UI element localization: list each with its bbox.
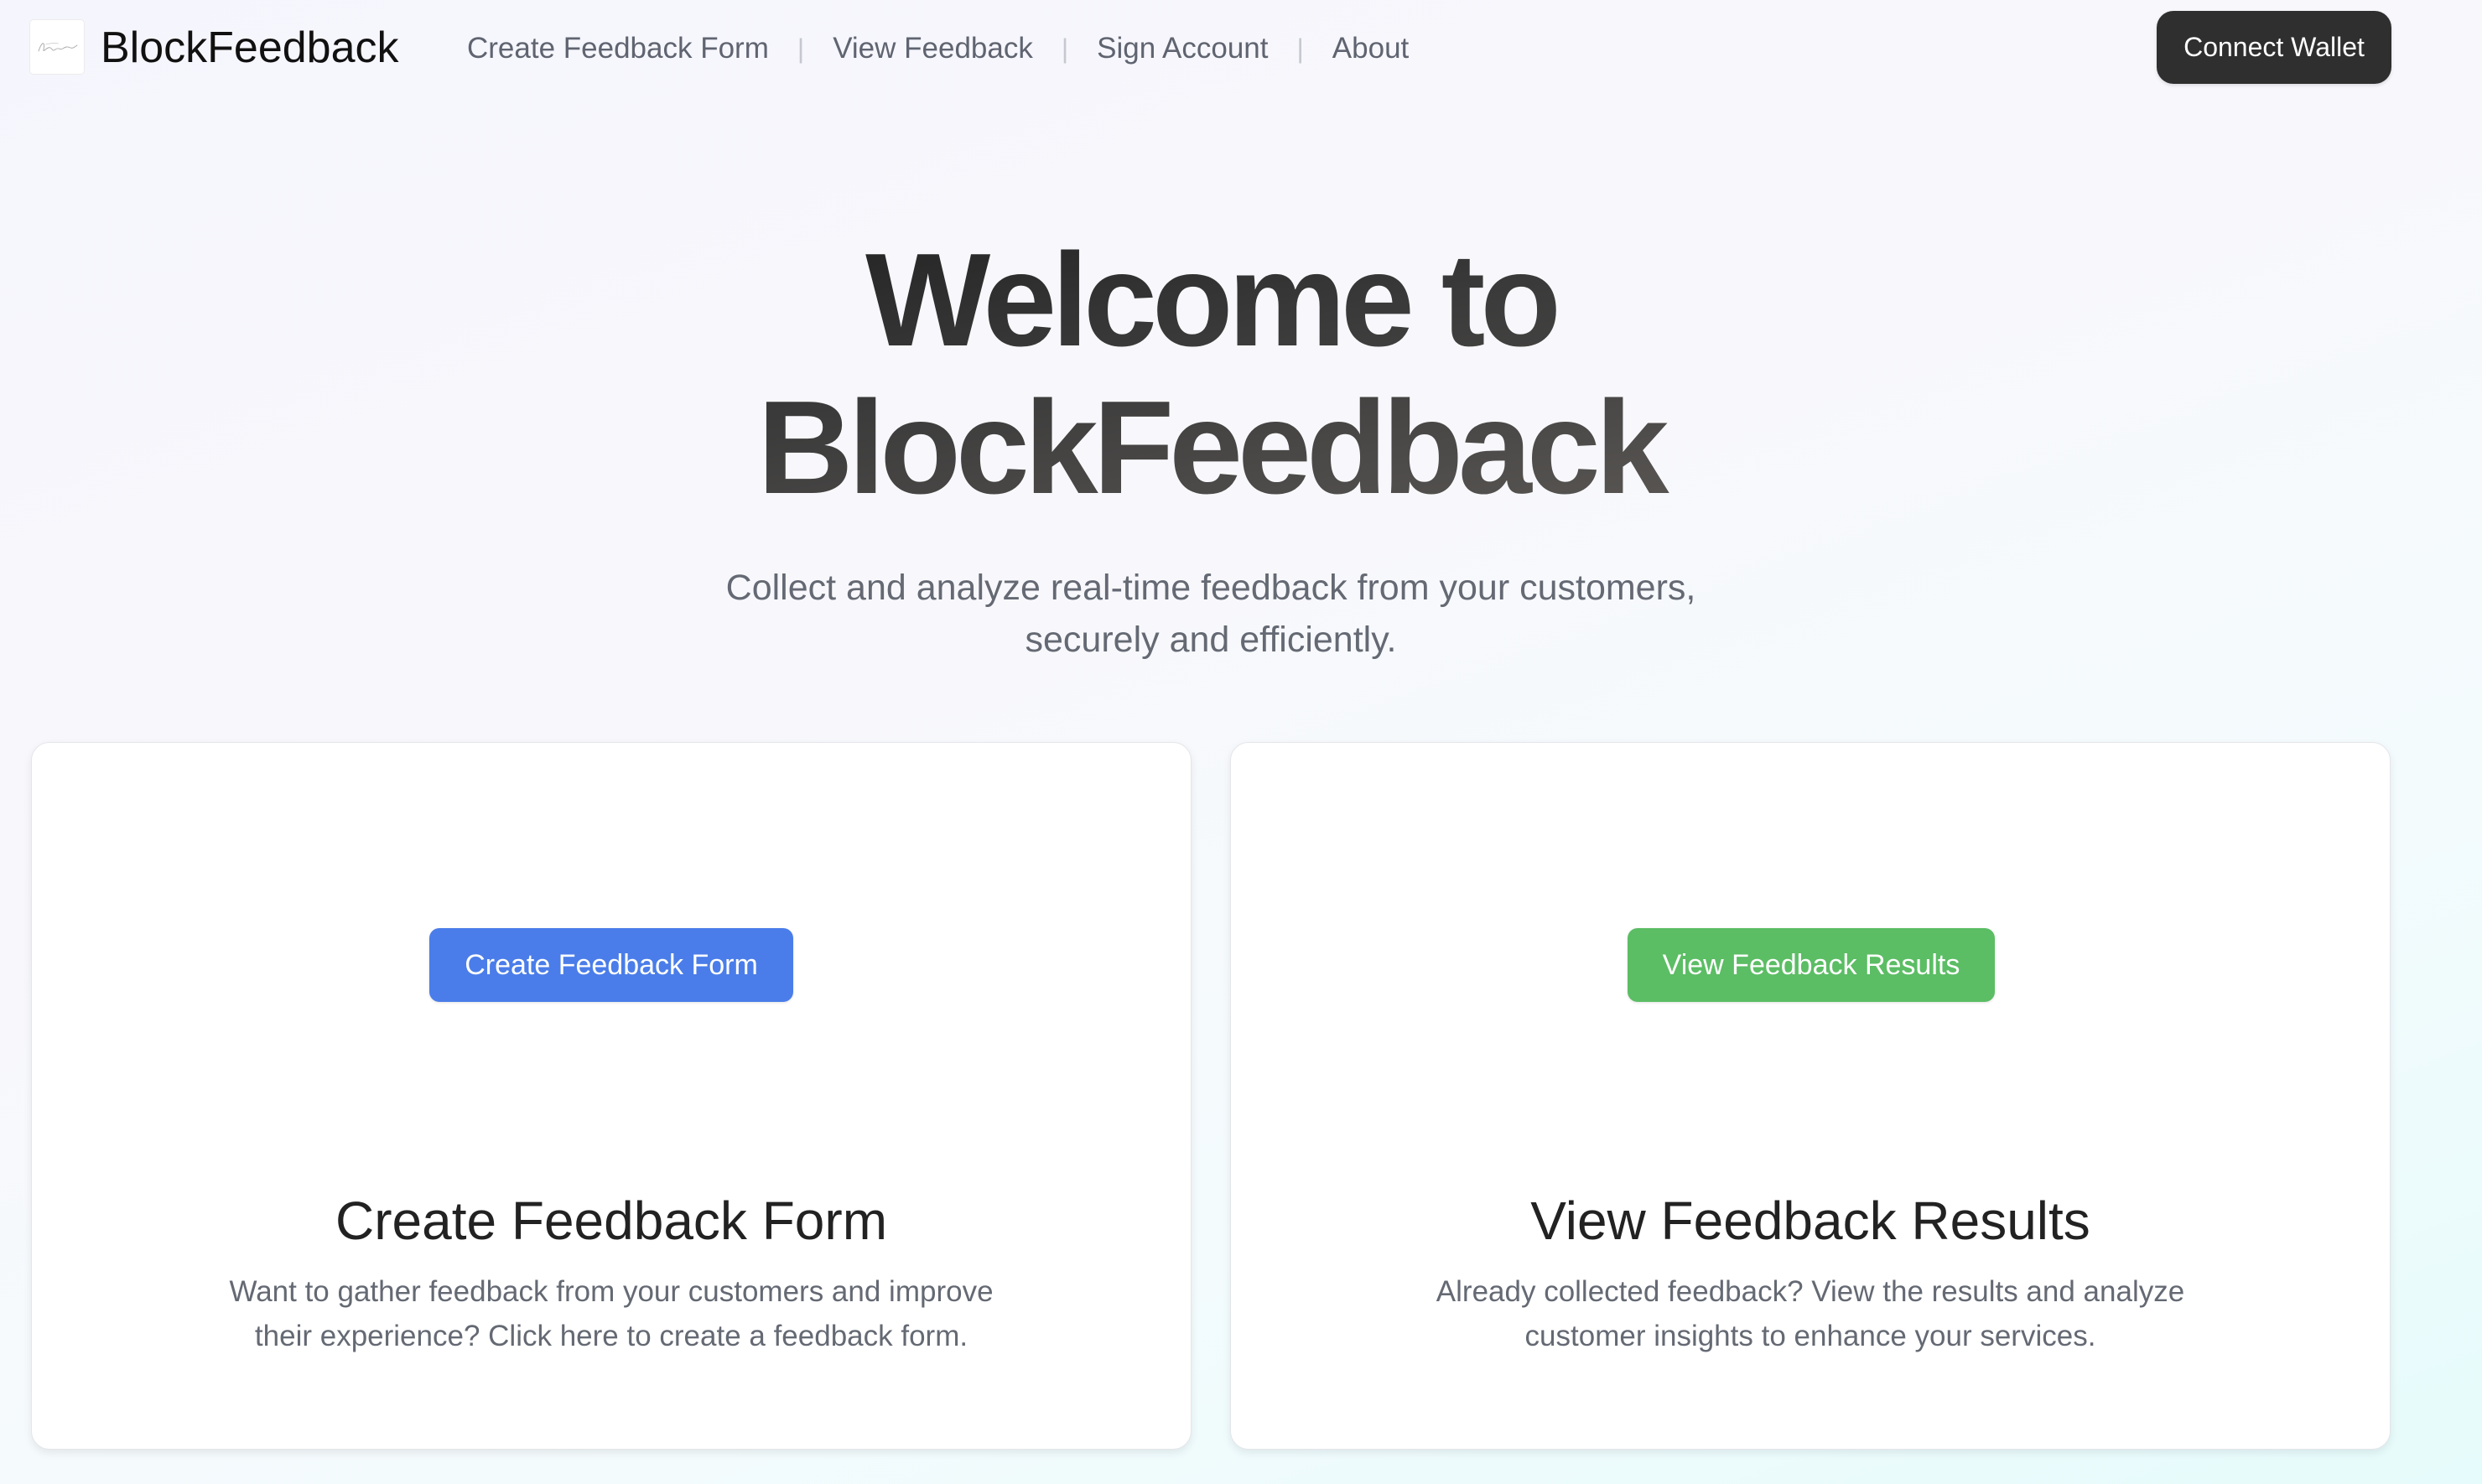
nav-separator: | bbox=[797, 33, 805, 64]
connect-wallet-button[interactable]: Connect Wallet bbox=[2157, 11, 2391, 84]
card-title: Create Feedback Form bbox=[335, 1191, 888, 1251]
view-feedback-results-button[interactable]: View Feedback Results bbox=[1628, 928, 1995, 1002]
signature-logo-icon[interactable] bbox=[30, 20, 84, 74]
main-nav: Create Feedback Form | View Feedback | S… bbox=[467, 25, 1409, 72]
card-description: Already collected feedback? View the res… bbox=[1436, 1275, 2185, 1352]
top-navbar: BlockFeedback Create Feedback Form | Vie… bbox=[0, 0, 2482, 96]
card-title: View Feedback Results bbox=[1530, 1191, 2090, 1251]
nav-link-about[interactable]: About bbox=[1332, 32, 1409, 65]
view-feedback-card: View Feedback Results View Feedback Resu… bbox=[1230, 742, 2391, 1450]
nav-separator: | bbox=[1296, 33, 1304, 64]
create-feedback-card: Create Feedback Form Create Feedback For… bbox=[31, 742, 1192, 1450]
nav-link-create-feedback-form[interactable]: Create Feedback Form bbox=[467, 32, 769, 65]
hero-subtitle: Collect and analyze real-time feedback f… bbox=[725, 568, 1696, 660]
hero-title-line1: Welcome to bbox=[865, 226, 1556, 374]
create-feedback-form-button[interactable]: Create Feedback Form bbox=[429, 928, 793, 1002]
nav-separator: | bbox=[1061, 33, 1069, 64]
hero-title: Welcome to BlockFeedback bbox=[0, 226, 2422, 521]
nav-link-view-feedback[interactable]: View Feedback bbox=[833, 32, 1033, 65]
card-description: Want to gather feedback from your custom… bbox=[229, 1275, 994, 1352]
brand-name[interactable]: BlockFeedback bbox=[101, 18, 399, 77]
hero-title-line2: BlockFeedback bbox=[757, 374, 1664, 521]
nav-link-sign-account[interactable]: Sign Account bbox=[1097, 32, 1268, 65]
